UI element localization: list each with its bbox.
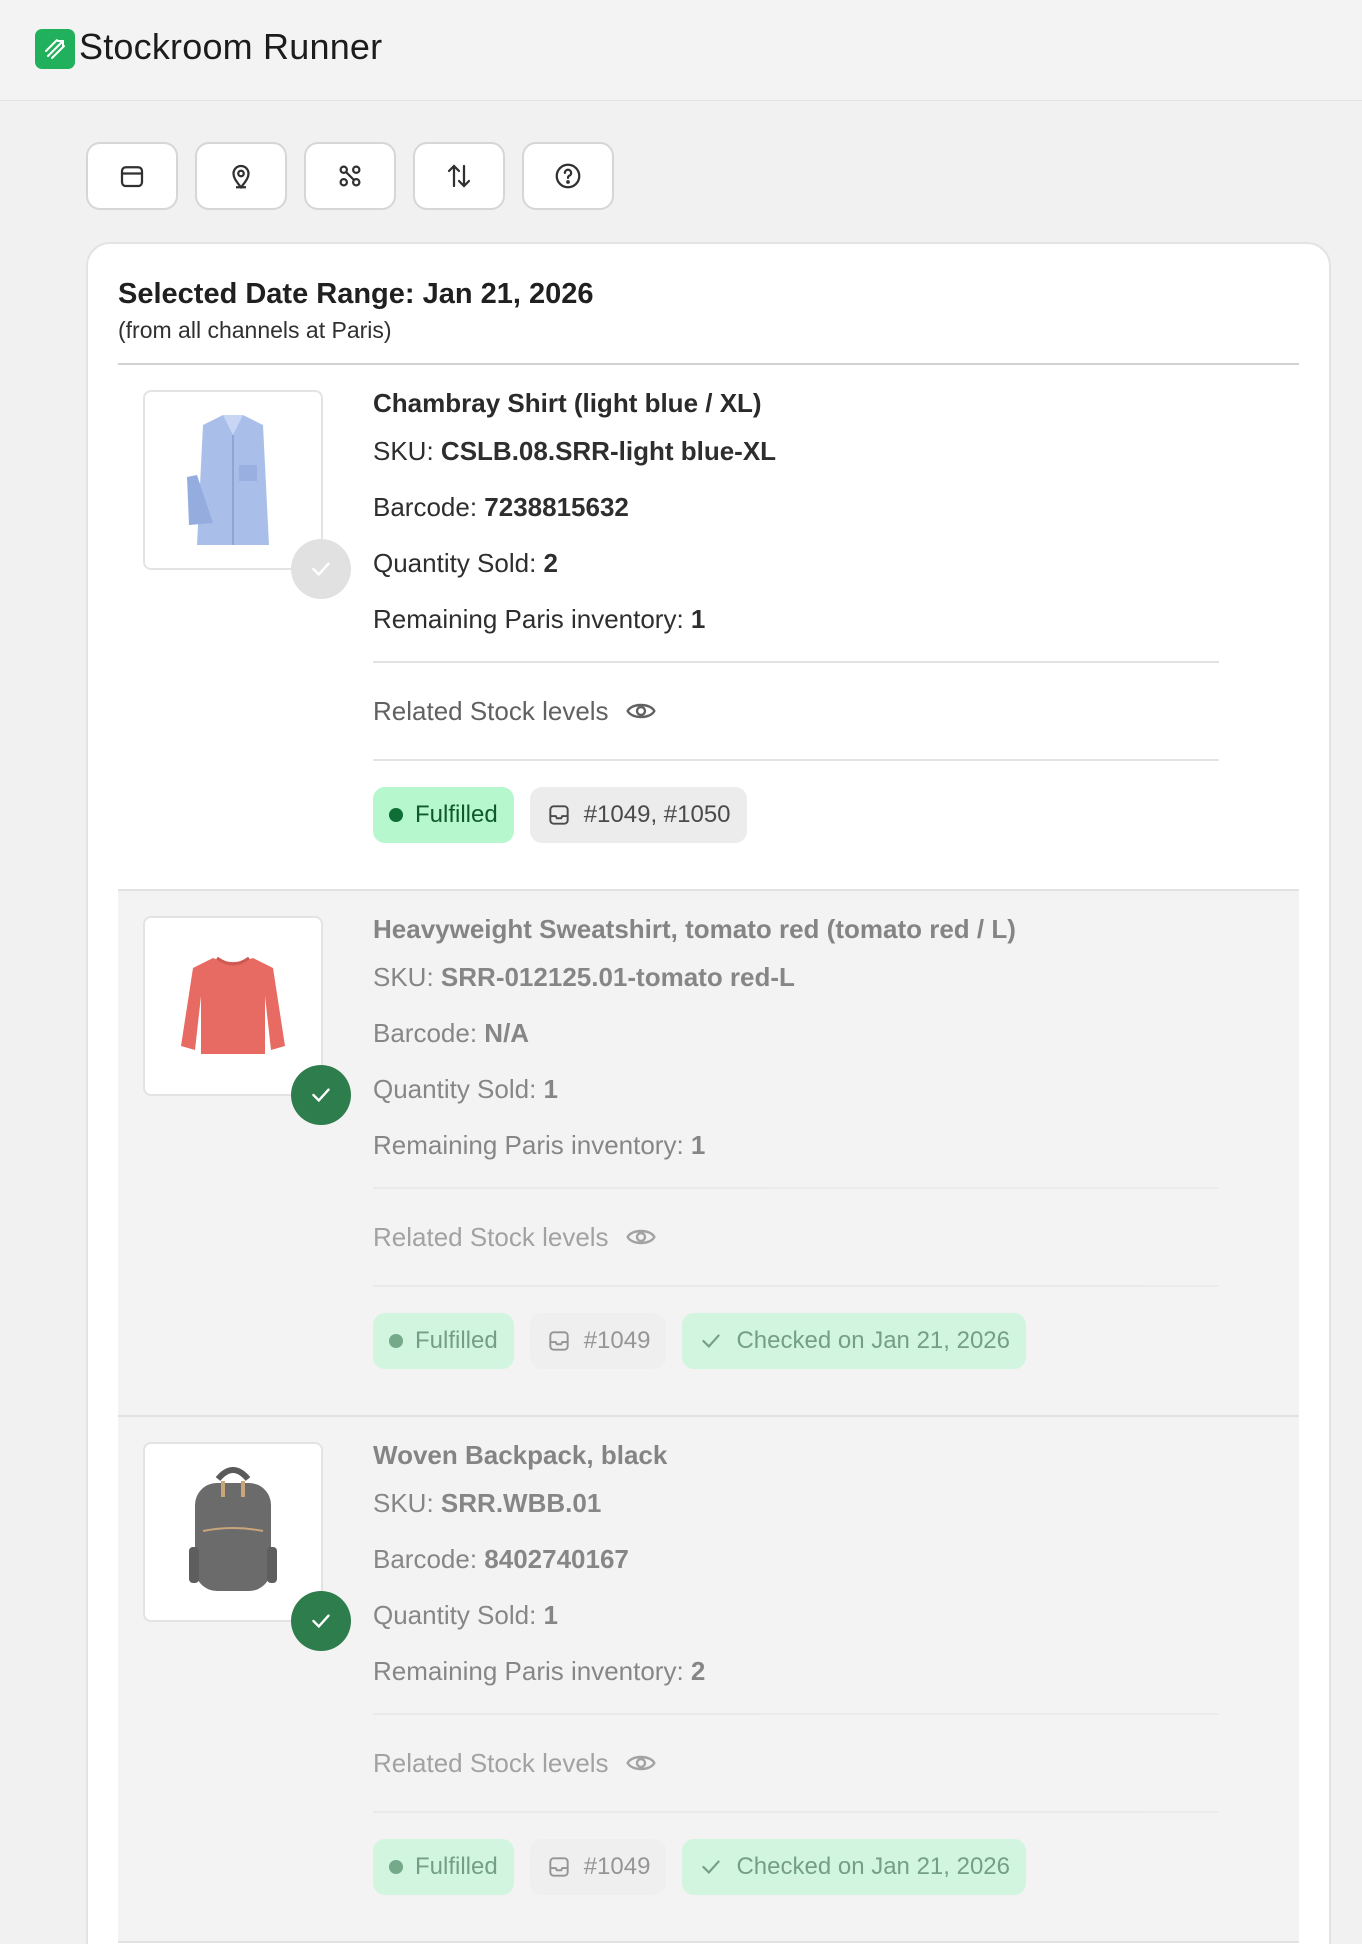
- eye-icon: [625, 1755, 656, 1771]
- checkmark-icon: [312, 1614, 330, 1629]
- order-numbers: #1049: [583, 1327, 651, 1354]
- checkmark-icon: [702, 1860, 721, 1874]
- channels-icon: [339, 165, 361, 187]
- calendar-button[interactable]: [86, 142, 178, 210]
- related-stock-link[interactable]: Related Stock levels: [373, 663, 1219, 759]
- barcode-line: Barcode: 7238815632: [373, 492, 629, 522]
- related-stock-link[interactable]: Related Stock levels: [373, 1715, 1219, 1811]
- barcode-value: 7238815632: [484, 492, 629, 522]
- inbox-icon: [549, 805, 569, 825]
- checked-date: Checked on Jan 21, 2026: [736, 1853, 1010, 1880]
- help-icon: [555, 163, 581, 189]
- remaining-value: 2: [690, 1656, 706, 1686]
- divider: [373, 759, 1219, 761]
- remaining-line: Remaining Paris inventory: 1: [373, 1130, 706, 1160]
- barcode-line: Barcode: 8402740167: [373, 1544, 629, 1574]
- location-button[interactable]: [195, 142, 287, 210]
- date-range-subtitle: (from all channels at Paris): [118, 317, 392, 343]
- divider: [373, 1811, 1219, 1813]
- barcode-line: Barcode: N/A: [373, 1018, 530, 1048]
- remaining-line: Remaining Paris inventory: 2: [373, 1656, 706, 1686]
- quantity-line: Quantity Sold: 1: [373, 1074, 559, 1104]
- checkmark-icon: [312, 562, 330, 577]
- product-name: Woven Backpack, black: [373, 1440, 668, 1470]
- sort-button[interactable]: [413, 142, 505, 210]
- card-header: Selected Date Range: Jan 21, 2026 (from …: [118, 278, 1299, 344]
- checkmark-icon: [312, 1088, 330, 1103]
- sku-value: CSLB.08.SRR-light blue-XL: [440, 436, 777, 466]
- related-stock-label: Related Stock levels: [373, 1747, 609, 1778]
- quantity-line: Quantity Sold: 1: [373, 1600, 559, 1630]
- fulfilled-badge: Fulfilled: [373, 1839, 514, 1895]
- check-toggle[interactable]: [291, 539, 351, 599]
- checked-date: Checked on Jan 21, 2026: [736, 1327, 1010, 1354]
- eye-icon: [625, 703, 656, 719]
- help-button[interactable]: [522, 142, 614, 210]
- product-image: [143, 916, 323, 1096]
- check-toggle[interactable]: [291, 1591, 351, 1651]
- product-image: [143, 390, 323, 570]
- remaining-value: 1: [690, 604, 706, 634]
- checked-badge: Checked on Jan 21, 2026: [682, 1839, 1026, 1895]
- channels-button[interactable]: [304, 142, 396, 210]
- toolbar: [86, 142, 614, 210]
- check-toggle[interactable]: [291, 1065, 351, 1125]
- related-stock-link[interactable]: Related Stock levels: [373, 1189, 1219, 1285]
- quantity-value: 2: [543, 548, 559, 578]
- calendar-icon: [120, 166, 144, 188]
- divider: [373, 1285, 1219, 1287]
- location-pin-icon: [232, 164, 250, 190]
- app-title: Stockroom Runner: [79, 26, 383, 67]
- orders-badge[interactable]: #1049: [529, 1313, 667, 1369]
- product-item: Heavyweight Sweatshirt, tomato red (toma…: [118, 891, 1299, 1417]
- sku-value: SRR-012125.01-tomato red-L: [440, 962, 795, 992]
- inbox-icon: [549, 1331, 569, 1351]
- sku-value: SRR.WBB.01: [440, 1488, 602, 1518]
- checkmark-icon: [702, 1334, 721, 1348]
- inbox-icon: [549, 1857, 569, 1877]
- order-numbers: #1049, #1050: [583, 801, 731, 828]
- sort-arrows-icon: [447, 164, 471, 188]
- app-header: Stockroom Runner: [0, 0, 1362, 101]
- checked-badge: Checked on Jan 21, 2026: [682, 1313, 1026, 1369]
- sku-line: SKU: SRR.WBB.01: [373, 1488, 602, 1518]
- product-item: Woven Backpack, black SKU: SRR.WBB.01 Ba…: [118, 1417, 1299, 1943]
- product-name: Heavyweight Sweatshirt, tomato red (toma…: [373, 914, 1016, 944]
- quantity-value: 1: [543, 1074, 559, 1104]
- product-name: Chambray Shirt (light blue / XL): [373, 388, 762, 418]
- order-numbers: #1049: [583, 1853, 651, 1880]
- remaining-line: Remaining Paris inventory: 1: [373, 604, 706, 634]
- sales-card: Selected Date Range: Jan 21, 2026 (from …: [86, 242, 1331, 1944]
- fulfilled-badge: Fulfilled: [373, 1313, 514, 1369]
- related-stock-label: Related Stock levels: [373, 695, 609, 726]
- sku-line: SKU: CSLB.08.SRR-light blue-XL: [373, 436, 777, 466]
- barcode-value: 8402740167: [484, 1544, 629, 1574]
- date-range-title: Selected Date Range: Jan 21, 2026: [118, 278, 594, 310]
- barcode-value: N/A: [484, 1018, 530, 1048]
- item-divider: [118, 1941, 1299, 1943]
- product-item: Chambray Shirt (light blue / XL) SKU: CS…: [118, 365, 1299, 891]
- eye-icon: [625, 1229, 656, 1245]
- related-stock-label: Related Stock levels: [373, 1221, 609, 1252]
- quantity-value: 1: [543, 1600, 559, 1630]
- product-image: [143, 1442, 323, 1622]
- app-logo-icon: [35, 29, 75, 69]
- remaining-value: 1: [690, 1130, 706, 1160]
- fulfilled-badge: Fulfilled: [373, 787, 514, 843]
- quantity-line: Quantity Sold: 2: [373, 548, 559, 578]
- sku-line: SKU: SRR-012125.01-tomato red-L: [373, 962, 795, 992]
- orders-badge[interactable]: #1049: [529, 1839, 667, 1895]
- orders-badge[interactable]: #1049, #1050: [529, 787, 747, 843]
